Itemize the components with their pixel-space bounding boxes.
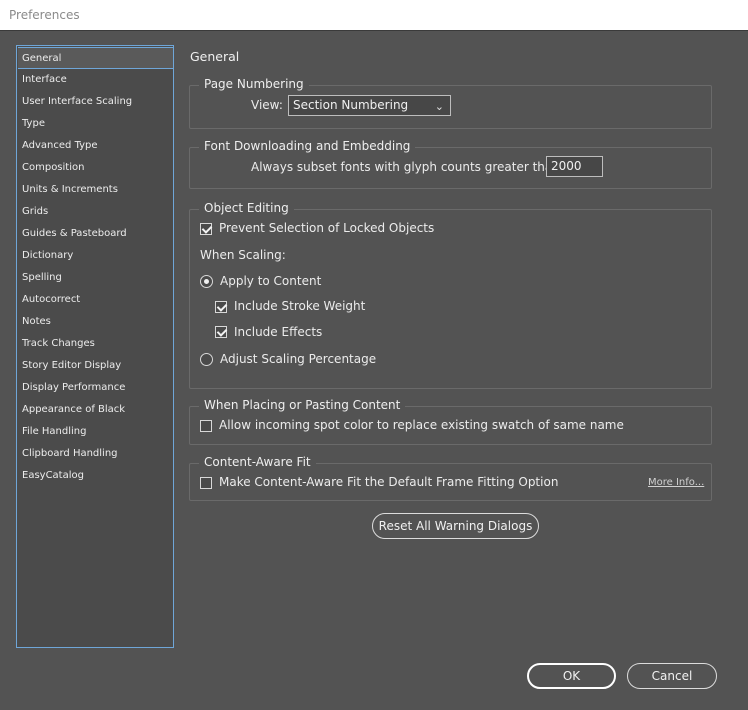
sidebar-item-user-interface-scaling[interactable]: User Interface Scaling xyxy=(18,91,173,113)
font-downloading-legend: Font Downloading and Embedding xyxy=(199,139,416,153)
sidebar-item-guides-pasteboard[interactable]: Guides & Pasteboard xyxy=(18,223,173,245)
sidebar-item-appearance-of-black[interactable]: Appearance of Black xyxy=(18,399,173,421)
sidebar-item-general[interactable]: General xyxy=(18,47,173,69)
page-title: General xyxy=(190,49,240,64)
sidebar-item-clipboard-handling[interactable]: Clipboard Handling xyxy=(18,443,173,465)
sidebar-item-units-increments[interactable]: Units & Increments xyxy=(18,179,173,201)
include-stroke-label[interactable]: Include Stroke Weight xyxy=(234,299,365,313)
title-bar: Preferences xyxy=(0,0,748,31)
subset-fonts-input[interactable]: 2000 xyxy=(546,156,603,177)
sidebar-item-story-editor-display[interactable]: Story Editor Display xyxy=(18,355,173,377)
sidebar-item-easycatalog[interactable]: EasyCatalog xyxy=(18,465,173,487)
sidebar-item-grids[interactable]: Grids xyxy=(18,201,173,223)
spot-color-checkbox[interactable] xyxy=(200,420,212,432)
default-fitting-label[interactable]: Make Content-Aware Fit the Default Frame… xyxy=(219,475,558,489)
default-fitting-checkbox[interactable] xyxy=(200,477,212,489)
sidebar-item-spelling[interactable]: Spelling xyxy=(18,267,173,289)
sidebar-item-file-handling[interactable]: File Handling xyxy=(18,421,173,443)
sidebar-item-notes[interactable]: Notes xyxy=(18,311,173,333)
sidebar-item-display-performance[interactable]: Display Performance xyxy=(18,377,173,399)
object-editing-legend: Object Editing xyxy=(199,201,294,215)
include-effects-label[interactable]: Include Effects xyxy=(234,325,322,339)
apply-to-content-label[interactable]: Apply to Content xyxy=(220,274,321,288)
page-numbering-legend: Page Numbering xyxy=(199,77,309,91)
content-aware-fit-legend: Content-Aware Fit xyxy=(199,455,316,469)
prevent-selection-checkbox[interactable] xyxy=(200,223,212,235)
apply-to-content-radio[interactable] xyxy=(200,275,213,288)
window-title: Preferences xyxy=(9,8,80,22)
prevent-selection-label[interactable]: Prevent Selection of Locked Objects xyxy=(219,221,434,235)
view-select[interactable]: Section Numbering ⌄ xyxy=(288,95,451,116)
preferences-sidebar: General Interface User Interface Scaling… xyxy=(16,45,174,648)
reset-warning-dialogs-button[interactable]: Reset All Warning Dialogs xyxy=(372,513,539,539)
more-info-link[interactable]: More Info... xyxy=(648,477,704,488)
sidebar-item-autocorrect[interactable]: Autocorrect xyxy=(18,289,173,311)
spot-color-label[interactable]: Allow incoming spot color to replace exi… xyxy=(219,418,624,432)
subset-fonts-label: Always subset fonts with glyph counts gr… xyxy=(251,160,564,174)
adjust-scaling-label[interactable]: Adjust Scaling Percentage xyxy=(220,352,376,366)
include-effects-checkbox[interactable] xyxy=(215,326,227,338)
sidebar-item-track-changes[interactable]: Track Changes xyxy=(18,333,173,355)
include-stroke-checkbox[interactable] xyxy=(215,301,227,313)
sidebar-item-dictionary[interactable]: Dictionary xyxy=(18,245,173,267)
cancel-button[interactable]: Cancel xyxy=(627,663,717,689)
sidebar-item-composition[interactable]: Composition xyxy=(18,157,173,179)
when-scaling-label: When Scaling: xyxy=(200,248,286,262)
sidebar-item-advanced-type[interactable]: Advanced Type xyxy=(18,135,173,157)
view-label: View: xyxy=(251,98,283,112)
placing-pasting-legend: When Placing or Pasting Content xyxy=(199,398,406,412)
sidebar-item-type[interactable]: Type xyxy=(18,113,173,135)
view-select-value: Section Numbering xyxy=(293,98,409,112)
ok-button[interactable]: OK xyxy=(527,663,616,689)
chevron-down-icon: ⌄ xyxy=(434,100,444,113)
adjust-scaling-radio[interactable] xyxy=(200,353,213,366)
sidebar-item-interface[interactable]: Interface xyxy=(18,69,173,91)
